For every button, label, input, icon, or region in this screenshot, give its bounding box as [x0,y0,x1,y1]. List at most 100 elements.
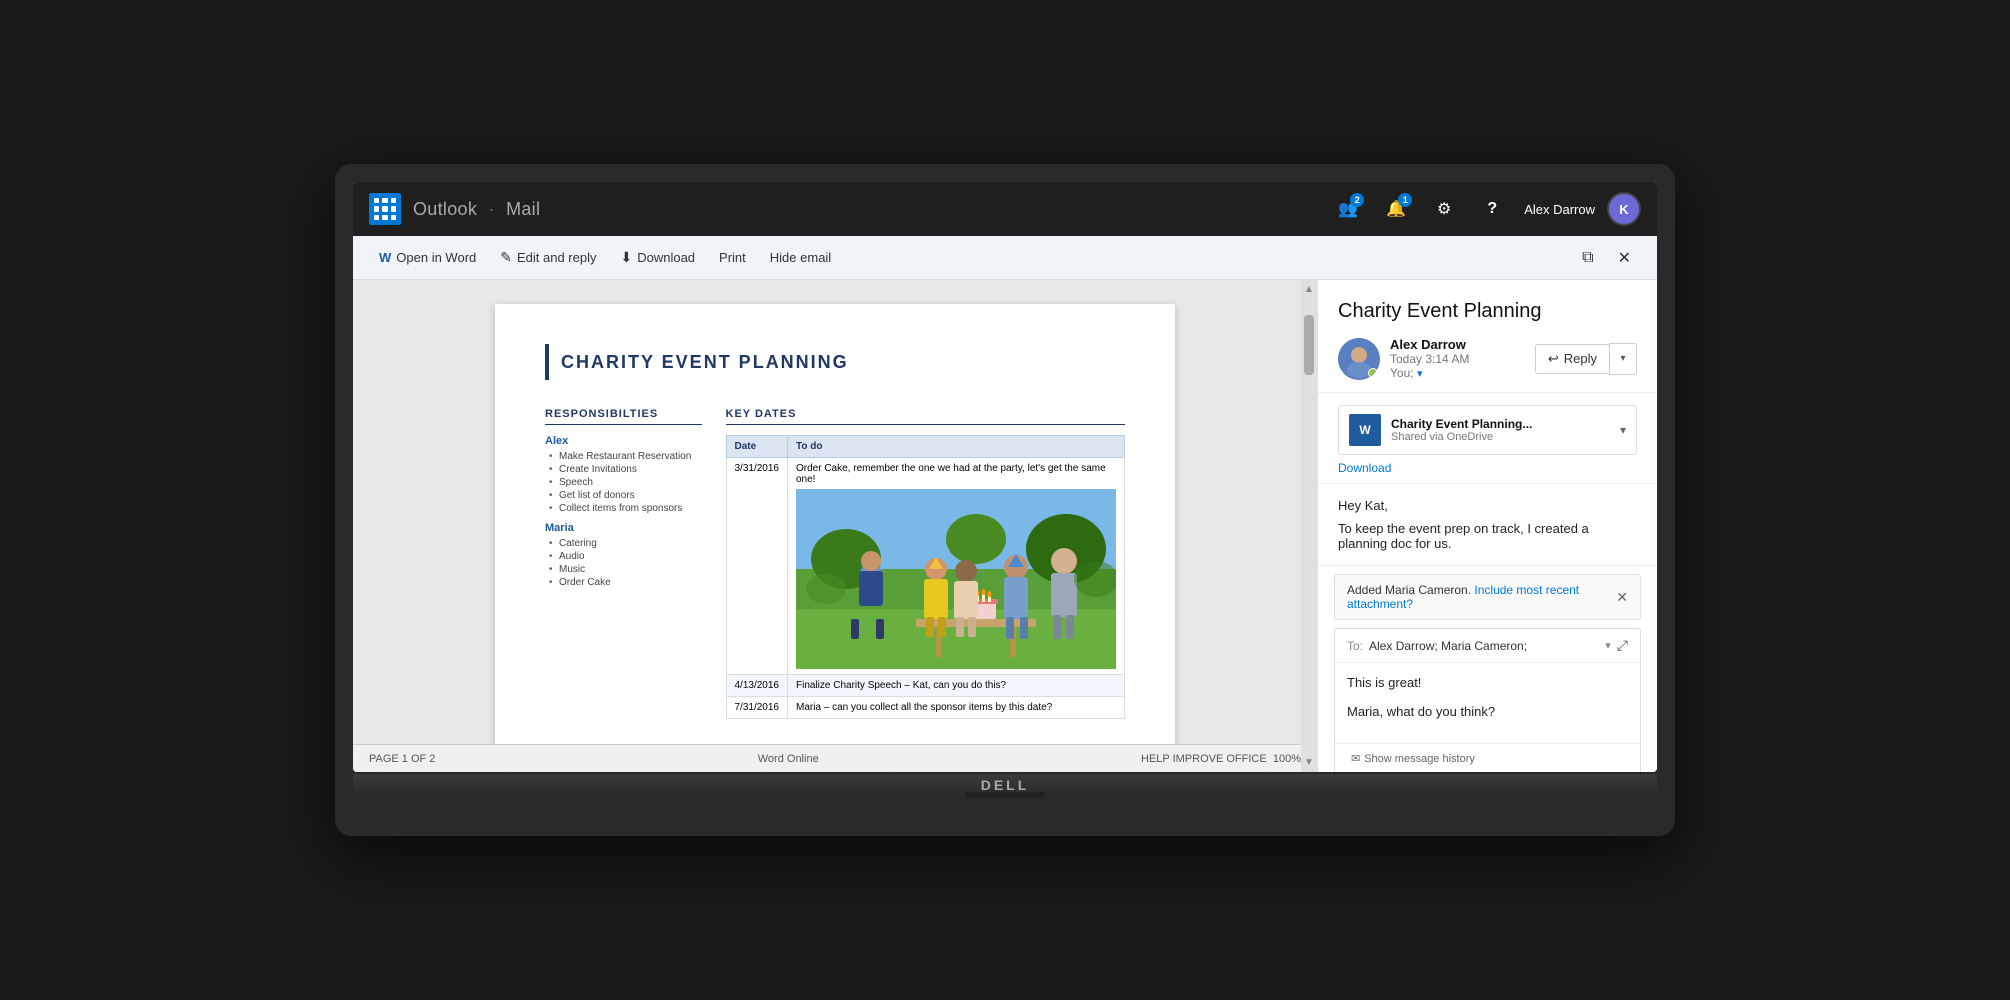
title-actions: 👥 2 🔔 1 ⚙ ? Alex Darrow K [1328,189,1641,229]
sender-avatar [1338,338,1380,380]
table-row: 3/31/2016 Order Cake, remember the one w… [726,458,1125,675]
people-badge: 2 [1350,193,1364,207]
compose-recipients[interactable]: Alex Darrow; Maria Cameron; [1369,639,1599,653]
doc-status-bar: PAGE 1 OF 2 Word Online HELP IMPROVE OFF… [353,744,1317,772]
task-item: Audio [545,551,702,562]
compose-expand-button[interactable]: ⤢ [1617,637,1628,654]
sender-info: Alex Darrow Today 3:14 AM You; ▾ [1390,337,1525,380]
doc-title-row: CHARITY EVENT PLANNING [545,344,1125,380]
hide-email-button[interactable]: Hide email [760,245,841,270]
reply-icon: ↩ [1548,351,1559,367]
email-header: Charity Event Planning [1318,280,1657,393]
task-item: Catering [545,538,702,549]
table-cell-task: Finalize Charity Speech – Kat, can you d… [788,675,1125,697]
compose-to-row: To: Alex Darrow; Maria Cameron; ▾ ⤢ [1335,629,1640,663]
show-history-label: Show message history [1364,753,1475,765]
attachment-card[interactable]: W Charity Event Planning... Shared via O… [1338,405,1637,455]
task-item: Make Restaurant Reservation [545,451,702,462]
key-dates-title: KEY DATES [726,408,1126,425]
attachment-expand-icon[interactable]: ▾ [1620,423,1626,437]
vertical-scrollbar[interactable]: ▲ ▼ [1301,280,1317,744]
reply-label: Reply [1564,351,1597,366]
email-body: Hey Kat, To keep the event prep on track… [1318,484,1657,566]
close-button[interactable]: ✕ [1608,243,1641,273]
table-cell-date: 3/31/2016 [726,458,788,675]
sender-to: You; ▾ [1390,366,1525,380]
waffle-button[interactable] [369,193,401,225]
person-alex: Alex Make Restaurant Reservation Create … [545,435,702,514]
chevron-down-icon: ▾ [1620,353,1625,364]
key-dates-table: Date To do 3/31/2016 [726,435,1126,719]
sender-time: Today 3:14 AM [1390,352,1525,366]
responsibilities-title: RESPONSIBILTIES [545,408,702,425]
download-button[interactable]: ⬇ Download [610,244,705,271]
dell-logo: DELL [981,777,1030,793]
doc-scroll-area[interactable]: CHARITY EVENT PLANNING RESPONSIBILTIES A… [353,280,1317,744]
table-cell-date: 4/13/2016 [726,675,788,697]
envelope-icon: ✉ [1351,752,1360,765]
email-message: To keep the event prep on track, I creat… [1338,521,1637,551]
doc-viewer: CHARITY EVENT PLANNING RESPONSIBILTIES A… [353,280,1317,772]
notifications-button[interactable]: 🔔 1 [1376,189,1416,229]
table-row: 7/31/2016 Maria – can you collect all th… [726,697,1125,719]
people-button[interactable]: 👥 2 [1328,189,1368,229]
page-indicator: PAGE 1 OF 2 [369,753,435,765]
notification-text: Added Maria Cameron. Include most recent… [1347,583,1616,611]
open-in-word-button[interactable]: W Open in Word [369,245,486,270]
key-dates-col: KEY DATES Date To do [726,408,1126,719]
party-image-svg [796,489,1116,669]
open-in-word-label: Open in Word [396,250,476,265]
online-indicator [1368,368,1378,378]
person-maria-name: Maria [545,522,702,534]
app-name: Word Online [758,753,819,765]
doc-blue-bar [545,344,549,380]
table-cell-task: Order Cake, remember the one we had at t… [788,458,1125,675]
edit-and-reply-button[interactable]: ✎ Edit and reply [490,244,606,271]
party-image [796,489,1116,669]
download-icon: ⬇ [620,249,632,266]
notification-bar: Added Maria Cameron. Include most recent… [1334,574,1641,620]
attachment-source: Shared via OneDrive [1391,431,1610,443]
email-meta: Alex Darrow Today 3:14 AM You; ▾ ↩ [1338,337,1637,380]
show-message-history-button[interactable]: ✉ Show message history [1347,750,1479,767]
task-item: Get list of donors [545,490,702,501]
attachment-info: Charity Event Planning... Shared via One… [1391,417,1610,443]
task-item: Collect items from sponsors [545,503,702,514]
restore-button[interactable]: ⧉ [1572,244,1603,272]
person-maria: Maria Catering Audio Music Order Cake [545,522,702,588]
sender-name: Alex Darrow [1390,337,1525,352]
title-bar: Outlook · Mail 👥 2 🔔 1 ⚙ [353,182,1657,236]
print-button[interactable]: Print [709,245,756,270]
toolbar: W Open in Word ✎ Edit and reply ⬇ Downlo… [353,236,1657,280]
app-title: Outlook · Mail [413,199,1316,220]
scroll-thumb[interactable] [1304,315,1314,375]
table-header-date: Date [726,436,788,458]
task-item: Create Invitations [545,464,702,475]
compose-to-label: To: [1347,639,1363,653]
attachment-area: W Charity Event Planning... Shared via O… [1318,393,1657,484]
notification-close-button[interactable]: ✕ [1616,589,1628,606]
user-avatar[interactable]: K [1607,192,1641,226]
attachment-download-link[interactable]: Download [1338,459,1637,477]
doc-columns: RESPONSIBILTIES Alex Make Restaurant Res… [545,408,1125,719]
help-button[interactable]: ? [1472,189,1512,229]
edit-and-reply-label: Edit and reply [517,250,597,265]
username-label: Alex Darrow [1524,202,1595,217]
main-content: CHARITY EVENT PLANNING RESPONSIBILTIES A… [353,280,1657,772]
task-item: Music [545,564,702,575]
reply-dropdown-button[interactable]: ▾ [1609,343,1637,375]
attachment-name: Charity Event Planning... [1391,417,1610,431]
word-attachment-icon: W [1349,414,1381,446]
reply-button[interactable]: ↩ Reply [1535,344,1609,374]
download-label: Download [637,250,695,265]
print-label: Print [719,250,746,265]
compose-line2: Maria, what do you think? [1347,702,1628,723]
task-item: Speech [545,477,702,488]
compose-body[interactable]: This is great! Maria, what do you think? [1335,663,1640,743]
compose-footer: ✉ Show message history [1335,743,1640,772]
word-icon: W [379,250,391,265]
edit-icon: ✎ [500,249,512,266]
notifications-badge: 1 [1398,193,1412,207]
settings-button[interactable]: ⚙ [1424,189,1464,229]
reply-btn-group: ↩ Reply ▾ [1535,343,1637,375]
